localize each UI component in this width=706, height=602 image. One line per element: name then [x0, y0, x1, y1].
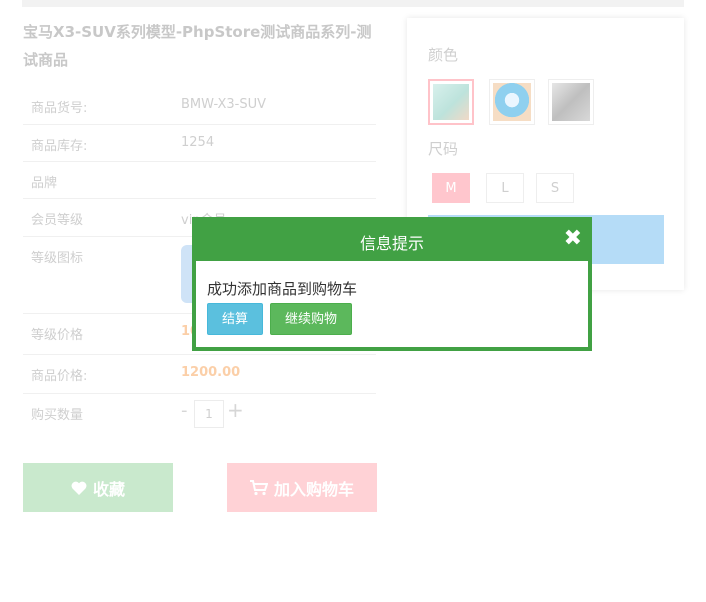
product-title: 宝马X3-SUV系列模型-PhpStore测试商品系列-测试商品: [23, 23, 372, 69]
sku-value: BMW-X3-SUV: [181, 97, 267, 112]
brand-label: 品牌: [31, 176, 58, 191]
swatch-image-3: [552, 83, 590, 121]
add-to-cart-label: 加入购物车: [273, 479, 354, 499]
brand-row: 品牌: [23, 162, 376, 199]
dialog-message: 成功添加商品到购物车: [207, 280, 358, 298]
color-swatch-2[interactable]: [489, 79, 535, 125]
heart-icon: [71, 481, 87, 495]
member-level-label: 会员等级: [31, 213, 84, 228]
dialog-body: 成功添加商品到购物车 结算 继续购物: [196, 261, 588, 347]
stock-value: 1254: [181, 135, 215, 150]
quantity-decrease-button[interactable]: -: [181, 400, 188, 421]
continue-shopping-button[interactable]: 继续购物: [270, 303, 353, 335]
info-dialog: 信息提示 ✖ 成功添加商品到购物车 结算 继续购物: [192, 217, 592, 351]
checkout-button[interactable]: 结算: [207, 303, 264, 335]
sku-row: 商品货号: BMW-X3-SUV: [23, 87, 376, 125]
price-label: 商品价格:: [31, 369, 88, 384]
stock-row: 商品库存: 1254: [23, 125, 376, 162]
color-label: 颜色: [428, 46, 459, 64]
sku-label: 商品货号:: [31, 101, 88, 116]
level-icon-label: 等级图标: [31, 251, 84, 266]
dialog-header: 信息提示 ✖: [192, 217, 592, 261]
close-icon[interactable]: ✖: [564, 226, 582, 251]
color-swatch-3[interactable]: [548, 79, 594, 125]
quantity-row: 购买数量 - 1 +: [23, 394, 376, 442]
price-value: 1200.00: [181, 365, 241, 380]
top-divider: [22, 0, 684, 7]
quantity-input[interactable]: 1: [194, 400, 224, 428]
cart-icon: [249, 479, 268, 495]
swatch-image-2: [493, 83, 531, 121]
price-row: 商品价格: 1200.00: [23, 355, 376, 394]
level-price-label: 等级价格: [31, 328, 84, 343]
quantity-label: 购买数量: [31, 408, 84, 423]
color-swatch-1[interactable]: [428, 79, 474, 125]
dialog-title: 信息提示: [359, 234, 424, 253]
add-to-cart-button[interactable]: 加入购物车: [227, 463, 377, 512]
size-option-l[interactable]: L: [486, 173, 524, 203]
favorite-label: 收藏: [92, 479, 125, 499]
stock-label: 商品库存:: [31, 139, 88, 154]
swatch-image-1: [433, 84, 469, 120]
size-label: 尺码: [428, 140, 459, 158]
size-option-s[interactable]: S: [536, 173, 574, 203]
size-option-m[interactable]: M: [432, 173, 470, 203]
quantity-increase-button[interactable]: +: [227, 398, 244, 422]
favorite-button[interactable]: 收藏: [23, 463, 173, 512]
